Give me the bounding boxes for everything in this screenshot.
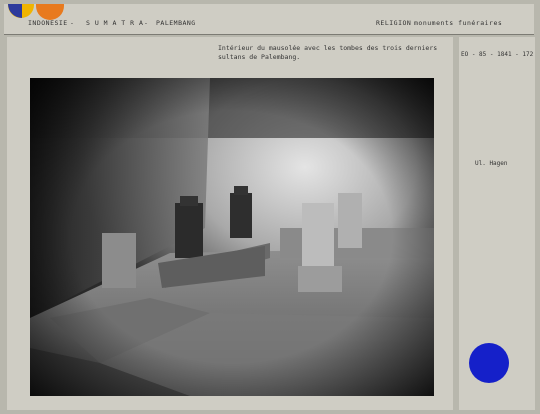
header-island: S U M A T R A bbox=[86, 19, 144, 27]
blue-marker-dot bbox=[469, 343, 509, 383]
blue-color-tab bbox=[8, 4, 22, 18]
photo-drawing bbox=[30, 78, 434, 396]
header-strip: INDONESIE - S U M A T R A - PALEMBANG RE… bbox=[4, 4, 534, 35]
archive-code: EO - 85 - 1841 - 172 bbox=[461, 51, 534, 58]
photographer: Ul. Hagen bbox=[475, 160, 508, 167]
header-category: RELIGION bbox=[376, 19, 412, 27]
header-separator: - bbox=[70, 19, 75, 27]
header-subcategory: monuments funéraires bbox=[414, 19, 503, 27]
header-country: INDONESIE bbox=[28, 19, 68, 27]
mausoleum-photograph bbox=[30, 78, 434, 396]
photo-caption: Intérieur du mausolée avec les tombes de… bbox=[218, 44, 438, 61]
header-separator: - bbox=[144, 19, 149, 27]
orange-color-tab bbox=[36, 4, 64, 20]
header-city: PALEMBANG bbox=[156, 19, 196, 27]
archive-card: INDONESIE - S U M A T R A - PALEMBANG RE… bbox=[0, 0, 540, 414]
